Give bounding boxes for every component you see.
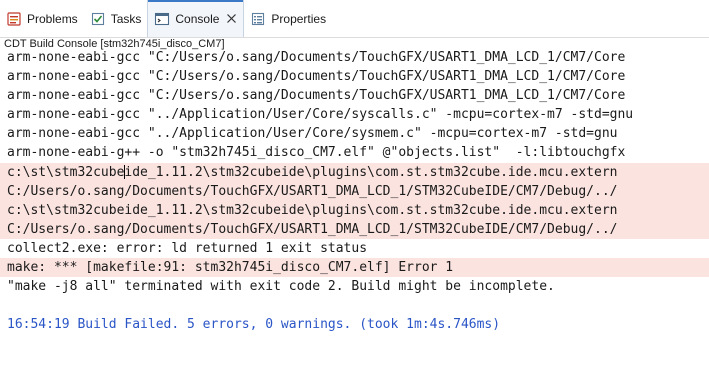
console-line: "make -j8 all" terminated with exit code… — [7, 279, 555, 295]
problems-icon — [6, 11, 22, 27]
console-error-line: C:/Users/o.sang/Documents/TouchGFX/USART… — [0, 219, 709, 239]
tab-problems[interactable]: Problems — [0, 0, 84, 37]
console-line: arm-none-eabi-g++ -o "stm32h745i_disco_C… — [7, 145, 626, 161]
tab-label: Properties — [271, 11, 327, 26]
console-line: arm-none-eabi-gcc "../Application/User/C… — [7, 126, 618, 142]
console-line: arm-none-eabi-gcc "C:/Users/o.sang/Docum… — [7, 88, 626, 104]
console-error-line: C:/Users/o.sang/Documents/TouchGFX/USART… — [0, 181, 709, 201]
line-text-after-caret: ide_1.11.2\stm32cubeide\plugins\com.st.s… — [124, 164, 618, 180]
line-text-before-caret: c:\st\stm32cube — [7, 164, 125, 180]
console-line: arm-none-eabi-gcc "../Application/User/C… — [7, 107, 634, 123]
build-status-line: 16:54:19 Build Failed. 5 errors, 0 warni… — [7, 317, 501, 333]
tab-label: Problems — [27, 11, 78, 26]
console-view: Problems Tasks Console Properties CDT Bu… — [0, 0, 709, 374]
tab-tasks[interactable]: Tasks — [84, 0, 148, 37]
tab-label: Console — [175, 11, 220, 26]
tab-console[interactable]: Console — [147, 0, 245, 37]
console-line: arm-none-eabi-gcc "C:/Users/o.sang/Docum… — [7, 50, 626, 65]
tab-label: Tasks — [110, 11, 142, 26]
console-error-line: make: *** [makefile:91: stm32h745i_disco… — [0, 258, 709, 278]
console-error-line: c:\st\stm32cubeide_1.11.2\stm32cubeide\p… — [0, 200, 709, 220]
console-line: collect2.exe: error: ld returned 1 exit … — [7, 240, 368, 256]
console-icon — [154, 11, 170, 27]
close-icon[interactable] — [226, 13, 237, 24]
console-error-line: c:\st\stm32cubeide_1.11.2\stm32cubeide\p… — [0, 162, 709, 182]
tab-properties[interactable]: Properties — [244, 0, 332, 37]
view-tab-bar: Problems Tasks Console Properties — [0, 0, 709, 38]
console-output[interactable]: arm-none-eabi-gcc "C:/Users/o.sang/Docum… — [0, 48, 709, 374]
console-line: arm-none-eabi-gcc "C:/Users/o.sang/Docum… — [7, 69, 626, 85]
properties-icon — [250, 11, 266, 27]
tasks-icon — [90, 11, 106, 27]
